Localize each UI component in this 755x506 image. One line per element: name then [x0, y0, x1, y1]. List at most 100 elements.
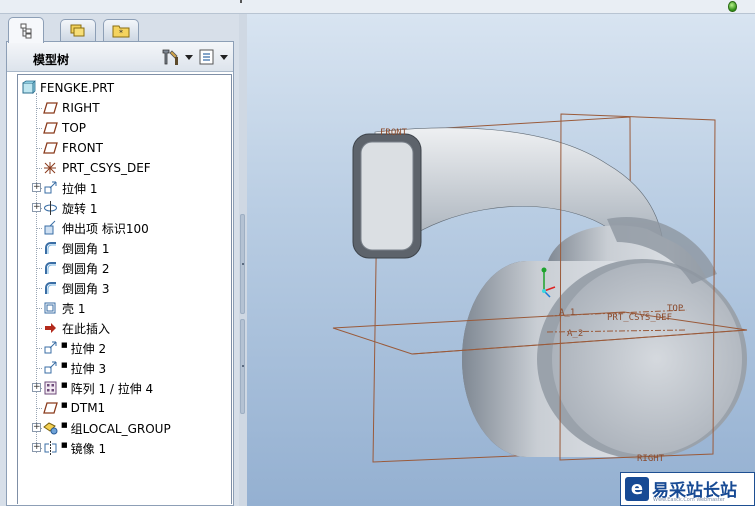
datum-plane-icon — [42, 100, 59, 116]
tree-item-label: 倒圆角 3 — [62, 281, 110, 296]
tree-settings-button[interactable] — [159, 47, 195, 67]
axis-label-a1: A_1 — [559, 308, 575, 318]
watermark-logo-icon: e — [625, 477, 649, 501]
tree-item[interactable]: + ■ 阵列 1 / 拉伸 4 — [32, 379, 153, 397]
tree-item-label: RIGHT — [62, 101, 100, 115]
csys-icon — [42, 160, 59, 176]
tree-connector — [36, 368, 42, 369]
panel-splitter[interactable] — [239, 14, 247, 506]
round-icon — [42, 280, 59, 296]
panel-title: 模型树 — [33, 53, 70, 67]
watermark-badge: e 易采站长站 Www.Easck.Com Webmaster — [620, 472, 755, 506]
tree-item[interactable]: FRONT — [36, 139, 103, 157]
tree-item-label: 倒圆角 1 — [62, 241, 110, 256]
expand-icon[interactable]: + — [32, 203, 41, 212]
tab-favorites[interactable]: * — [103, 19, 139, 41]
plane-label-right: RIGHT — [637, 454, 665, 464]
splitter-grip-top[interactable] — [240, 214, 245, 314]
navigator-tabs: * — [8, 16, 240, 43]
round-icon — [42, 260, 59, 276]
tree-connector — [36, 328, 42, 329]
tree-item[interactable]: RIGHT — [36, 99, 100, 117]
tree-item[interactable]: + ■ 镜像 1 — [32, 439, 107, 457]
model-tree: FENGKE.PRT RIGHT TOP FRONT PRT_CSYS_DEF + 拉伸 1… — [17, 74, 232, 504]
tree-item[interactable]: + 旋转 1 — [32, 199, 98, 217]
graphics-window[interactable]: FRONT TOP RIGHT PRT_CSYS_DEF A_1 A_2 e 易… — [247, 14, 755, 506]
tree-item-label: 旋转 1 — [62, 201, 98, 216]
tree-connector — [36, 408, 42, 409]
expand-icon[interactable]: + — [32, 423, 41, 432]
tab-model-tree[interactable] — [8, 17, 44, 43]
tree-item[interactable]: + 拉伸 1 — [32, 179, 98, 197]
tree-item-label: PRT_CSYS_DEF — [62, 161, 151, 175]
tree-item[interactable]: PRT_CSYS_DEF — [36, 159, 151, 177]
tree-item-label: FENGKE.PRT — [40, 81, 115, 95]
tree-connector — [36, 228, 42, 229]
expand-icon[interactable]: + — [32, 383, 41, 392]
svg-text:*: * — [119, 28, 123, 37]
list-icon — [199, 49, 214, 65]
tree-item[interactable]: 倒圆角 2 — [36, 259, 109, 277]
navigator-panel: * 模型树 FENGKE.PRT RIGHT TOP FRONT PRT_CSY… — [0, 14, 247, 506]
round-icon — [42, 240, 59, 256]
revolve-icon — [42, 200, 59, 216]
tree-item[interactable]: ■ DTM1 — [36, 399, 106, 417]
tree-item-label: FRONT — [62, 141, 103, 155]
tree-item-label: 拉伸 1 — [62, 181, 98, 196]
tree-item-label: 伸出项 标识100 — [62, 221, 149, 236]
tree-connector — [36, 248, 42, 249]
csys-label: PRT_CSYS_DEF — [607, 313, 672, 323]
feature-marker-icon: ■ — [61, 381, 68, 389]
volute-housing[interactable] — [462, 217, 747, 459]
title-strip — [0, 0, 755, 14]
tree-connector — [36, 268, 42, 269]
tree-show-button[interactable] — [198, 47, 234, 67]
pattern-icon — [42, 380, 59, 396]
spout-opening[interactable] — [352, 133, 422, 259]
feature-marker-icon: ■ — [61, 421, 68, 429]
tree-item[interactable]: 倒圆角 1 — [36, 239, 110, 257]
tree-item[interactable]: 伸出项 标识100 — [36, 219, 149, 237]
title-strip-mark — [240, 0, 242, 3]
tree-item-label: DTM1 — [70, 401, 106, 415]
tree-connector — [36, 348, 42, 349]
tree-item-label: 镜像 1 — [70, 441, 107, 456]
expand-icon[interactable]: + — [32, 443, 41, 452]
tree-item-label: 壳 1 — [62, 301, 86, 316]
tree-item[interactable]: + ■ 组LOCAL_GROUP — [32, 419, 171, 437]
folder-stack-icon — [70, 24, 85, 36]
tree-root-item[interactable]: FENGKE.PRT — [20, 79, 114, 97]
feature-marker-icon: ■ — [61, 441, 68, 449]
tree-item[interactable]: ■ 拉伸 3 — [36, 359, 106, 377]
datum-plane-icon — [42, 400, 59, 416]
insert-here-icon — [42, 320, 59, 336]
feature-marker-icon: ■ — [61, 341, 68, 349]
model-tree-icon — [20, 23, 32, 38]
tree-item[interactable]: 壳 1 — [36, 299, 86, 317]
favorites-folder-icon: * — [112, 25, 130, 37]
splitter-grip-bottom[interactable] — [240, 319, 245, 414]
part-icon — [20, 80, 37, 96]
tree-connector — [36, 308, 42, 309]
watermark-subtext: Www.Easck.Com Webmaster — [653, 497, 725, 503]
tree-item[interactable]: 倒圆角 3 — [36, 279, 110, 297]
tab-folder-browser[interactable] — [60, 19, 96, 41]
chevron-down-icon — [185, 54, 193, 60]
tree-connector — [36, 168, 42, 169]
model-tree-header: 模型树 — [7, 42, 233, 72]
feature-marker-icon: ■ — [61, 361, 68, 369]
protrusion-icon — [42, 220, 59, 236]
tree-item[interactable]: ■ 拉伸 2 — [36, 339, 107, 357]
extrude-icon — [42, 360, 59, 376]
tree-item[interactable]: 在此插入 — [36, 319, 110, 337]
expand-icon[interactable]: + — [32, 183, 41, 192]
tree-connector — [36, 108, 42, 109]
tools-icon — [162, 49, 178, 65]
status-led-icon — [728, 1, 737, 12]
tree-item[interactable]: TOP — [36, 119, 86, 137]
extrude-icon — [42, 180, 59, 196]
model-tree-items: FENGKE.PRT RIGHT TOP FRONT PRT_CSYS_DEF + 拉伸 1… — [18, 75, 231, 504]
tree-connector — [36, 148, 42, 149]
model-scene[interactable]: FRONT TOP RIGHT PRT_CSYS_DEF A_1 A_2 — [247, 14, 755, 506]
tree-item-label: 拉伸 2 — [70, 341, 107, 356]
